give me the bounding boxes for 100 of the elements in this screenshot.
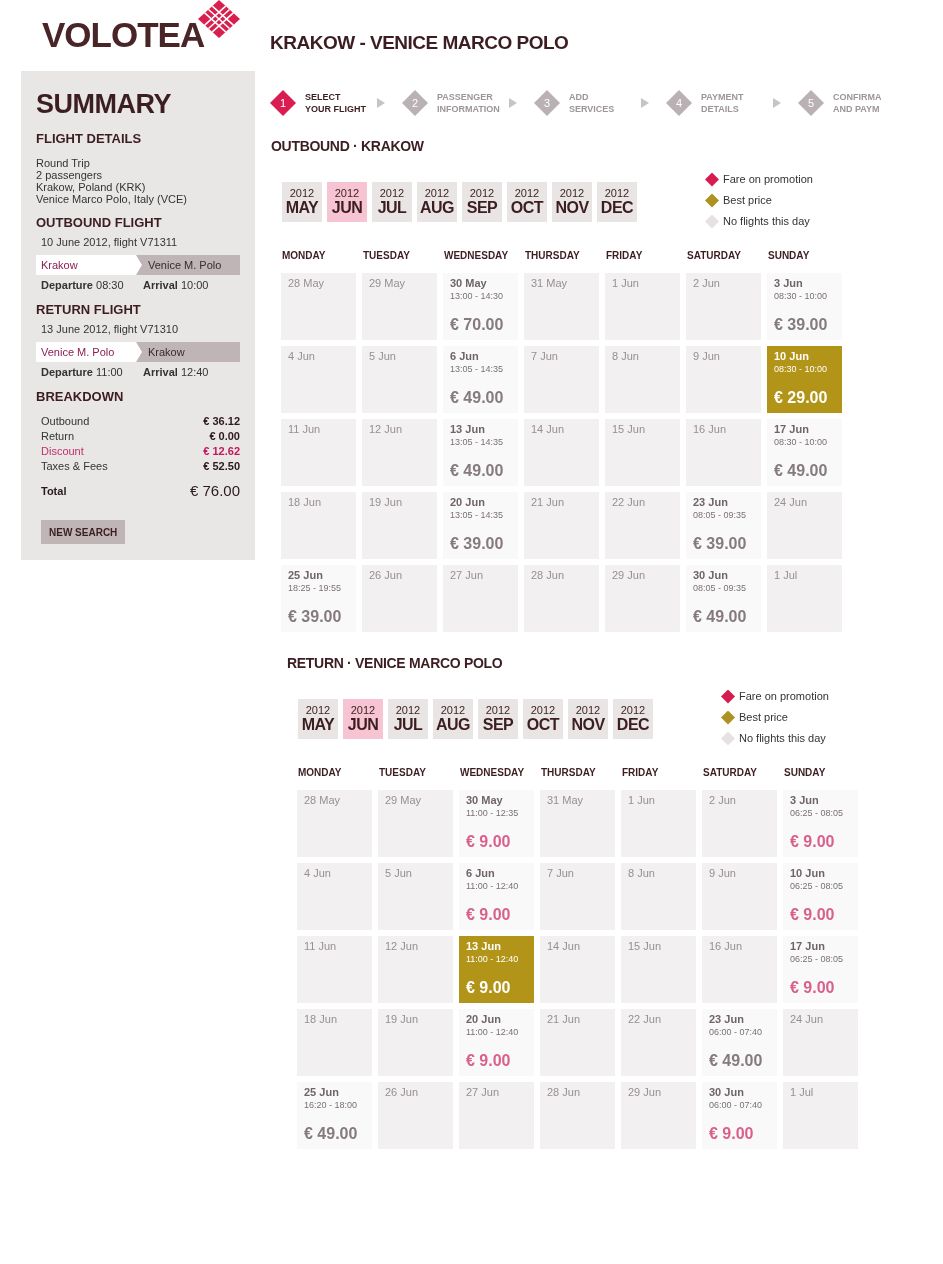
calendar-day[interactable]: 3 Jun 06:25 - 08:05 € 9.00 xyxy=(783,790,858,857)
day-date: 25 Jun xyxy=(288,569,323,582)
calendar-day[interactable]: 25 Jun 18:25 - 19:55 € 39.00 xyxy=(281,565,356,632)
month-tab[interactable]: 2012 SEP xyxy=(478,699,518,739)
day-date: 8 Jun xyxy=(628,867,655,880)
calendar-day[interactable]: 13 Jun 11:00 - 12:40 € 9.00 xyxy=(459,936,534,1003)
day-date: 31 May xyxy=(547,794,584,807)
day-date: 28 Jun xyxy=(547,1086,581,1099)
month-tab[interactable]: 2012 SEP xyxy=(462,182,502,222)
flight-time: 11:00 - 12:35 xyxy=(466,807,519,819)
calendar-day[interactable]: 20 Jun 13:05 - 14:35 € 39.00 xyxy=(443,492,518,559)
day-date: 3 Jun xyxy=(790,794,819,807)
month-tab[interactable]: 2012 AUG xyxy=(433,699,473,739)
day-date: 24 Jun xyxy=(790,1013,824,1026)
legend-label: Fare on promotion xyxy=(739,689,829,705)
fare-price: € 9.00 xyxy=(709,1125,754,1143)
breakdown-amount: € 36.12 xyxy=(203,414,240,429)
step-number: 2 xyxy=(402,90,428,116)
section-heading: RETURN · VENICE MARCO POLO xyxy=(286,656,504,670)
flight-time: 08:30 - 10:00 xyxy=(774,436,828,448)
calendar-day[interactable]: 25 Jun 16:20 - 18:00 € 49.00 xyxy=(297,1082,372,1149)
day-date: 26 Jun xyxy=(369,569,403,582)
fare-price: € 49.00 xyxy=(709,1052,763,1070)
day-date: 22 Jun xyxy=(628,1013,662,1026)
flight-time: 06:00 - 07:40 xyxy=(709,1026,763,1038)
day-date: 3 Jun xyxy=(774,277,803,290)
calendar-day[interactable]: 3 Jun 08:30 - 10:00 € 39.00 xyxy=(767,273,842,340)
month-tab[interactable]: 2012 MAY xyxy=(298,699,338,739)
day-date: 29 May xyxy=(385,794,422,807)
route-origin: Krakow xyxy=(36,255,142,275)
legend-label: Best price xyxy=(723,193,772,209)
arrival-time: Arrival 12:40 xyxy=(143,366,209,379)
fare-price: € 49.00 xyxy=(304,1125,358,1143)
day-date: 29 Jun xyxy=(628,1086,662,1099)
weekday-header: WEDNESDAY xyxy=(459,767,526,779)
calendar-day[interactable]: 13 Jun 13:05 - 14:35 € 49.00 xyxy=(443,419,518,486)
step-label: SELECT YOUR FLIGHT xyxy=(305,91,367,115)
new-search-button[interactable]: NEW SEARCH xyxy=(41,520,126,544)
calendar-day[interactable]: 30 Jun 08:05 - 09:35 € 49.00 xyxy=(686,565,761,632)
calendar-day[interactable]: 6 Jun 13:05 - 14:35 € 49.00 xyxy=(443,346,518,413)
weekday-header: FRIDAY xyxy=(621,767,660,779)
detail-line: Venice Marco Polo, Italy (VCE) xyxy=(36,193,188,205)
breakdown-label: Discount xyxy=(41,444,84,459)
day-date: 1 Jul xyxy=(790,1086,814,1099)
day-date: 5 Jun xyxy=(369,350,396,363)
calendar-day[interactable]: 23 Jun 08:05 - 09:35 € 39.00 xyxy=(686,492,761,559)
day-date: 17 Jun xyxy=(790,940,825,953)
month-tab[interactable]: 2012 JUL xyxy=(388,699,428,739)
calendar-day[interactable]: 30 May 11:00 - 12:35 € 9.00 xyxy=(459,790,534,857)
day-date: 14 Jun xyxy=(531,423,565,436)
month-tab[interactable]: 2012 DEC xyxy=(597,182,637,222)
day-date: 10 Jun xyxy=(774,350,809,363)
day-date: 29 May xyxy=(369,277,406,290)
month-tab[interactable]: 2012 DEC xyxy=(613,699,653,739)
month-tab[interactable]: 2012 JUN xyxy=(327,182,367,222)
day-date: 9 Jun xyxy=(709,867,736,880)
flight-time: 06:25 - 08:05 xyxy=(790,807,844,819)
month-tab[interactable]: 2012 AUG xyxy=(417,182,457,222)
day-date: 16 Jun xyxy=(709,940,743,953)
flight-time: 13:00 - 14:30 xyxy=(450,290,504,302)
day-date: 9 Jun xyxy=(693,350,720,363)
flight-date-line: 13 June 2012, flight V71310 xyxy=(40,323,179,336)
day-date: 6 Jun xyxy=(450,350,479,363)
calendar-day[interactable]: 30 Jun 06:00 - 07:40 € 9.00 xyxy=(702,1082,777,1149)
calendar-day[interactable]: 23 Jun 06:00 - 07:40 € 49.00 xyxy=(702,1009,777,1076)
weekday-header: SUNDAY xyxy=(767,250,811,262)
month-tab[interactable]: 2012 OCT xyxy=(507,182,547,222)
weekday-header: THURSDAY xyxy=(524,250,581,262)
breakdown-label: Taxes & Fees xyxy=(41,459,108,474)
day-date: 11 Jun xyxy=(288,423,321,436)
month-tab[interactable]: 2012 NOV xyxy=(568,699,608,739)
flight-time: 16:20 - 18:00 xyxy=(304,1099,358,1111)
day-date: 27 Jun xyxy=(466,1086,500,1099)
calendar-day[interactable]: 10 Jun 06:25 - 08:05 € 9.00 xyxy=(783,863,858,930)
month-tab[interactable]: 2012 OCT xyxy=(523,699,563,739)
day-date: 1 Jun xyxy=(628,794,655,807)
section-heading: FLIGHT DETAILS xyxy=(36,132,143,146)
fare-price: € 9.00 xyxy=(466,979,511,997)
calendar-day[interactable]: 17 Jun 08:30 - 10:00 € 49.00 xyxy=(767,419,842,486)
fare-price: € 39.00 xyxy=(450,535,504,553)
calendar-day[interactable]: 20 Jun 11:00 - 12:40 € 9.00 xyxy=(459,1009,534,1076)
day-date: 4 Jun xyxy=(304,867,331,880)
month-tab[interactable]: 2012 JUL xyxy=(372,182,412,222)
fare-price: € 39.00 xyxy=(288,608,342,626)
calendar-day[interactable]: 17 Jun 06:25 - 08:05 € 9.00 xyxy=(783,936,858,1003)
day-date: 23 Jun xyxy=(709,1013,744,1026)
step-label: PAYMENT DETAILS xyxy=(701,91,745,115)
month-tab[interactable]: 2012 JUN xyxy=(343,699,383,739)
month-tab[interactable]: 2012 NOV xyxy=(552,182,592,222)
breakdown-label: Return xyxy=(41,429,75,444)
day-date: 15 Jun xyxy=(628,940,662,953)
calendar-day[interactable]: 6 Jun 11:00 - 12:40 € 9.00 xyxy=(459,863,534,930)
weekday-header: WEDNESDAY xyxy=(443,250,510,262)
day-date: 23 Jun xyxy=(693,496,728,509)
calendar-day[interactable]: 30 May 13:00 - 14:30 € 70.00 xyxy=(443,273,518,340)
fare-price: € 9.00 xyxy=(790,833,835,851)
month-tab[interactable]: 2012 MAY xyxy=(282,182,322,222)
calendar-day[interactable]: 10 Jun 08:30 - 10:00 € 29.00 xyxy=(767,346,842,413)
logo-text[interactable]: VOLOTEA xyxy=(42,17,205,53)
fare-price: € 49.00 xyxy=(450,389,504,407)
